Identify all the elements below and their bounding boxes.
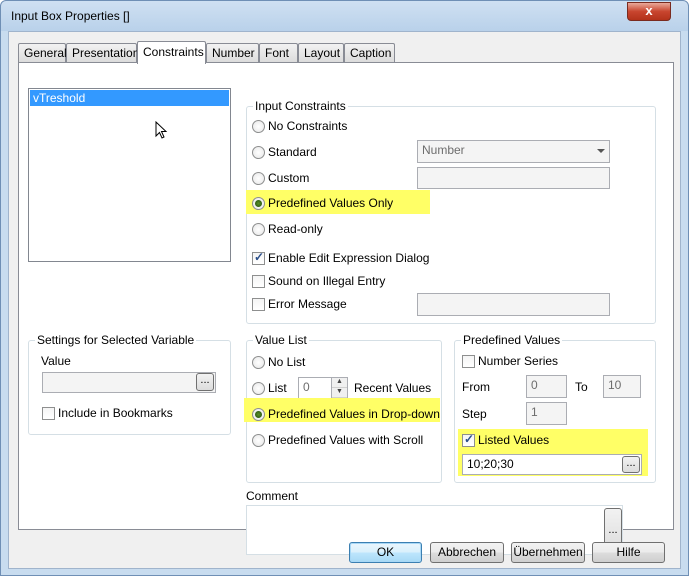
tab-caption[interactable]: Caption (344, 43, 395, 62)
tab-label: Presentation (72, 46, 140, 60)
ellipsis-icon: ... (626, 457, 636, 469)
cancel-button[interactable]: Abbrechen (430, 542, 504, 563)
no-constraints-radio[interactable] (252, 120, 265, 133)
tab-label: Constraints (143, 45, 204, 59)
error-message-field[interactable] (417, 293, 610, 316)
value-ellipsis-button[interactable]: ... (196, 373, 214, 391)
tab-label: Caption (350, 46, 392, 60)
ok-label: OK (376, 545, 395, 559)
input-constraints-title: Input Constraints (253, 99, 348, 113)
recent-values-label: Recent Values (354, 381, 432, 395)
input-constraints-group: Input Constraints (246, 99, 656, 324)
read-only-radio[interactable] (252, 223, 265, 236)
from-field[interactable]: 0 (526, 375, 567, 398)
tab-label: General (24, 46, 67, 60)
listed-values-label: Listed Values (478, 433, 550, 447)
ellipsis-icon: ... (608, 524, 618, 536)
read-only-label: Read-only (268, 222, 323, 236)
apply-button[interactable]: Übernehmen (511, 542, 585, 563)
predefined-only-label: Predefined Values Only (268, 196, 394, 210)
tab-layout[interactable]: Layout (298, 43, 344, 62)
standard-dropdown[interactable]: Number (417, 140, 610, 163)
from-label: From (462, 380, 490, 394)
dialog-window: Input Box Properties [] x General Presen… (0, 0, 689, 576)
tab-general[interactable]: General (18, 43, 67, 62)
settings-selected-variable-title: Settings for Selected Variable (35, 333, 197, 347)
recent-values-count: 0 (303, 380, 310, 394)
title-bar[interactable]: Input Box Properties [] x (1, 1, 688, 31)
number-series-label: Number Series (478, 354, 559, 368)
listed-values-field[interactable]: 10;20;30 (462, 454, 642, 475)
chevron-down-icon[interactable]: ▼ (332, 388, 347, 398)
to-value: 10 (608, 378, 622, 392)
tab-presentation[interactable]: Presentation (66, 43, 140, 62)
number-series-checkbox[interactable] (462, 355, 475, 368)
sound-on-illegal-checkbox[interactable] (252, 275, 265, 288)
no-list-label: No List (268, 355, 306, 369)
tab-label: Font (265, 46, 290, 60)
tab-label: Number (212, 46, 255, 60)
close-button[interactable]: x (627, 2, 671, 21)
custom-field[interactable] (417, 167, 610, 189)
listed-values-checkbox[interactable] (462, 432, 475, 447)
custom-label: Custom (268, 171, 310, 185)
standard-radio[interactable] (252, 146, 265, 159)
predefined-only-radio[interactable] (252, 197, 265, 210)
to-label: To (575, 380, 588, 394)
from-value: 0 (531, 378, 538, 392)
help-label: Hilfe (616, 545, 641, 559)
variable-list[interactable]: vTreshold (28, 88, 231, 262)
help-button[interactable]: Hilfe (592, 542, 665, 563)
include-bookmarks-label: Include in Bookmarks (58, 406, 173, 420)
error-message-checkbox[interactable] (252, 298, 265, 311)
standard-dropdown-value: Number (422, 143, 465, 157)
include-bookmarks-checkbox[interactable] (42, 407, 55, 420)
predefined-values-title: Predefined Values (461, 333, 563, 347)
step-field[interactable]: 1 (526, 402, 567, 425)
window-title: Input Box Properties [] (11, 9, 130, 23)
chevron-down-icon (597, 149, 605, 153)
predefined-scroll-label: Predefined Values with Scroll (268, 433, 424, 447)
error-message-label: Error Message (268, 297, 347, 311)
mouse-cursor-icon (155, 121, 168, 139)
predefined-dropdown-label: Predefined Values in Drop-down (268, 407, 440, 421)
custom-radio[interactable] (252, 172, 265, 185)
tab-label: Layout (304, 46, 341, 60)
tab-number[interactable]: Number (206, 43, 259, 62)
sound-on-illegal-label: Sound on Illegal Entry (268, 274, 386, 288)
comment-label: Comment (246, 489, 299, 503)
predefined-dropdown-radio[interactable] (252, 408, 265, 421)
enable-edit-expression-label: Enable Edit Expression Dialog (268, 251, 430, 265)
list-item[interactable]: vTreshold (30, 90, 229, 106)
no-list-radio[interactable] (252, 356, 265, 369)
list-label: List (268, 381, 287, 395)
stepper-arrows[interactable]: ▲ ▼ (331, 378, 347, 398)
standard-label: Standard (268, 145, 317, 159)
ok-button[interactable]: OK (349, 542, 422, 563)
enable-edit-expression-checkbox[interactable] (252, 250, 265, 265)
predefined-scroll-radio[interactable] (252, 434, 265, 447)
list-radio[interactable] (252, 382, 265, 395)
close-icon: x (645, 3, 653, 18)
tab-font[interactable]: Font (259, 43, 298, 62)
constraints-panel: vTreshold Input Constraints No Constrain… (18, 62, 674, 555)
to-field[interactable]: 10 (603, 375, 641, 398)
value-field[interactable] (42, 372, 216, 393)
value-list-title: Value List (253, 333, 309, 347)
no-constraints-label: No Constraints (268, 119, 348, 133)
step-value: 1 (531, 405, 538, 419)
listed-values-text: 10;20;30 (467, 457, 514, 471)
apply-label: Übernehmen (513, 545, 583, 559)
tab-constraints[interactable]: Constraints (137, 41, 206, 64)
chevron-up-icon[interactable]: ▲ (332, 378, 347, 388)
dialog-client-area: General Presentation Constraints Number … (8, 31, 681, 569)
cancel-label: Abbrechen (437, 545, 497, 559)
ellipsis-icon: ... (200, 374, 210, 386)
value-label: Value (41, 354, 71, 368)
step-label: Step (462, 407, 487, 421)
recent-values-stepper[interactable]: 0 ▲ ▼ (298, 377, 348, 399)
listed-values-ellipsis-button[interactable]: ... (622, 456, 640, 473)
